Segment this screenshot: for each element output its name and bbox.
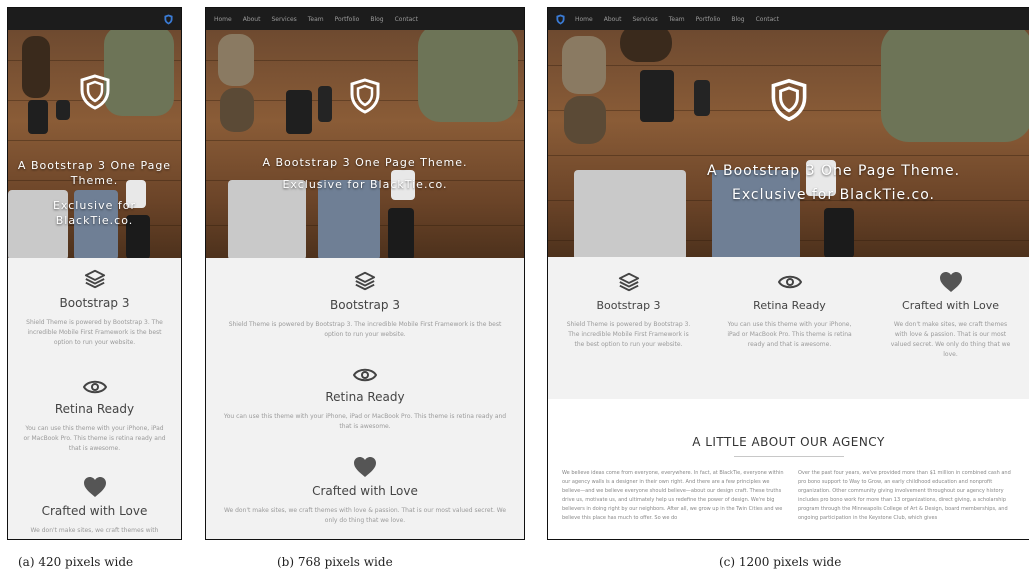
screenshot-1200: Home About Services Team Portfolio Blog … xyxy=(547,7,1029,540)
nav-link-blog[interactable]: Blog xyxy=(370,16,383,23)
about-section: A LITTLE ABOUT OUR AGENCY We believe ide… xyxy=(548,399,1029,539)
about-title: A LITTLE ABOUT OUR AGENCY xyxy=(692,435,885,449)
nav-link-services[interactable]: Services xyxy=(632,16,657,23)
feature-text: Shield Theme is powered by Bootstrap 3. … xyxy=(566,321,691,348)
shield-logo-icon[interactable] xyxy=(556,14,565,25)
navbar: Home About Services Team Portfolio Blog … xyxy=(548,8,1029,30)
about-column-left: We believe ideas come from everyone, eve… xyxy=(562,470,784,521)
eye-icon xyxy=(353,368,377,382)
hero-line: Exclusive for xyxy=(52,199,137,212)
feature-text: You can use this theme with your iPhone,… xyxy=(727,321,852,348)
hero-title: A Bootstrap 3 One Page Theme. Exclusive … xyxy=(206,152,524,196)
hero: A Bootstrap 3 One Page Theme. Exclusive … xyxy=(548,30,1029,257)
feature-title: Crafted with Love xyxy=(41,504,148,518)
nav-link-home[interactable]: Home xyxy=(214,16,232,23)
feature-title: Bootstrap 3 xyxy=(596,299,661,312)
feature-title: Bootstrap 3 xyxy=(330,298,400,312)
feature-bootstrap: Bootstrap 3 Shield Theme is powered by B… xyxy=(206,270,524,340)
feature-bootstrap: Bootstrap 3 Shield Theme is powered by B… xyxy=(8,268,181,348)
screenshot-768: Home About Services Team Portfolio Blog … xyxy=(205,7,525,540)
nav-link-about[interactable]: About xyxy=(243,16,261,23)
nav-link-team[interactable]: Team xyxy=(669,16,685,23)
features-section: Bootstrap 3 Shield Theme is powered by B… xyxy=(8,258,181,539)
hero-title: A Bootstrap 3 One Page Theme. Exclusive … xyxy=(548,159,1029,207)
feature-retina: Retina Ready You can use this theme with… xyxy=(206,366,524,432)
screenshot-420: A Bootstrap 3 One Page Theme. Exclusive … xyxy=(7,7,182,540)
feature-title: Retina Ready xyxy=(753,299,826,312)
layers-icon xyxy=(354,271,376,291)
layers-icon xyxy=(618,272,639,292)
heart-icon xyxy=(83,477,106,497)
hero-line: Exclusive for BlackTie.co. xyxy=(282,178,448,191)
navbar: Home About Services Team Portfolio Blog … xyxy=(206,8,524,30)
feature-love: Crafted with Love We don't make sites, w… xyxy=(206,456,524,526)
features-section: Bootstrap 3 Shield Theme is powered by B… xyxy=(548,257,1029,399)
heart-icon xyxy=(939,272,962,292)
nav-links: Home About Services Team Portfolio Blog … xyxy=(214,16,418,23)
feature-bootstrap: Bootstrap 3 Shield Theme is powered by B… xyxy=(548,271,709,350)
hero-line: A Bootstrap 3 One Page xyxy=(17,159,172,172)
feature-text: We don't make sites, we craft themes wit… xyxy=(223,507,507,524)
hero-line: A Bootstrap 3 One Page Theme. xyxy=(262,156,468,169)
feature-retina: Retina Ready You can use this theme with… xyxy=(709,271,870,350)
shield-logo-icon xyxy=(80,74,109,110)
nav-link-contact[interactable]: Contact xyxy=(756,16,779,23)
nav-link-team[interactable]: Team xyxy=(308,16,324,23)
hero: A Bootstrap 3 One Page Theme. Exclusive … xyxy=(8,30,181,258)
features-section: Bootstrap 3 Shield Theme is powered by B… xyxy=(206,258,524,539)
feature-retina: Retina Ready You can use this theme with… xyxy=(8,378,181,454)
feature-text: You can use this theme with your iPhone,… xyxy=(23,425,166,452)
caption-768: (b) 768 pixels wide xyxy=(277,555,393,569)
feature-text: We don't make sites, we craft themes wit… xyxy=(30,527,159,534)
eye-icon xyxy=(777,275,802,289)
shield-logo-icon xyxy=(771,78,806,122)
hero-line: BlackTie.co. xyxy=(55,214,134,227)
hero-line: A Bootstrap 3 One Page Theme. xyxy=(706,163,961,179)
nav-links: Home About Services Team Portfolio Blog … xyxy=(575,16,779,23)
feature-title: Crafted with Love xyxy=(312,484,418,498)
hero-line: Exclusive for BlackTie.co. xyxy=(732,187,935,203)
nav-link-services[interactable]: Services xyxy=(271,16,296,23)
feature-love: Crafted with Love We don't make sites, w… xyxy=(8,476,181,536)
nav-link-portfolio[interactable]: Portfolio xyxy=(696,16,721,23)
layers-icon xyxy=(84,269,105,289)
about-column-right: Over the past four years, we've provided… xyxy=(798,470,1011,521)
navbar xyxy=(8,8,181,30)
heart-icon xyxy=(354,457,376,477)
eye-icon xyxy=(82,380,107,394)
feature-text: You can use this theme with your iPhone,… xyxy=(223,413,507,430)
nav-link-portfolio[interactable]: Portfolio xyxy=(335,16,360,23)
hero: A Bootstrap 3 One Page Theme. Exclusive … xyxy=(206,30,524,258)
shield-logo-icon[interactable] xyxy=(164,14,173,25)
caption-420: (a) 420 pixels wide xyxy=(18,555,134,569)
nav-link-contact[interactable]: Contact xyxy=(395,16,418,23)
feature-title: Crafted with Love xyxy=(902,299,999,312)
feature-title: Retina Ready xyxy=(325,390,405,404)
hero-title: A Bootstrap 3 One Page Theme. Exclusive … xyxy=(8,158,181,228)
nav-link-home[interactable]: Home xyxy=(575,16,593,23)
about-divider xyxy=(733,456,844,457)
feature-text: We don't make sites, we craft themes wit… xyxy=(890,321,1011,358)
hero-line: Theme. xyxy=(70,174,119,187)
shield-logo-icon xyxy=(350,78,380,114)
nav-link-blog[interactable]: Blog xyxy=(731,16,744,23)
nav-link-about[interactable]: About xyxy=(604,16,622,23)
feature-title: Bootstrap 3 xyxy=(59,296,130,310)
feature-title: Retina Ready xyxy=(54,402,135,416)
caption-1200: (c) 1200 pixels wide xyxy=(719,555,842,569)
feature-text: Shield Theme is powered by Bootstrap 3. … xyxy=(228,321,502,338)
feature-love: Crafted with Love We don't make sites, w… xyxy=(870,271,1029,360)
feature-text: Shield Theme is powered by Bootstrap 3. … xyxy=(26,319,163,346)
